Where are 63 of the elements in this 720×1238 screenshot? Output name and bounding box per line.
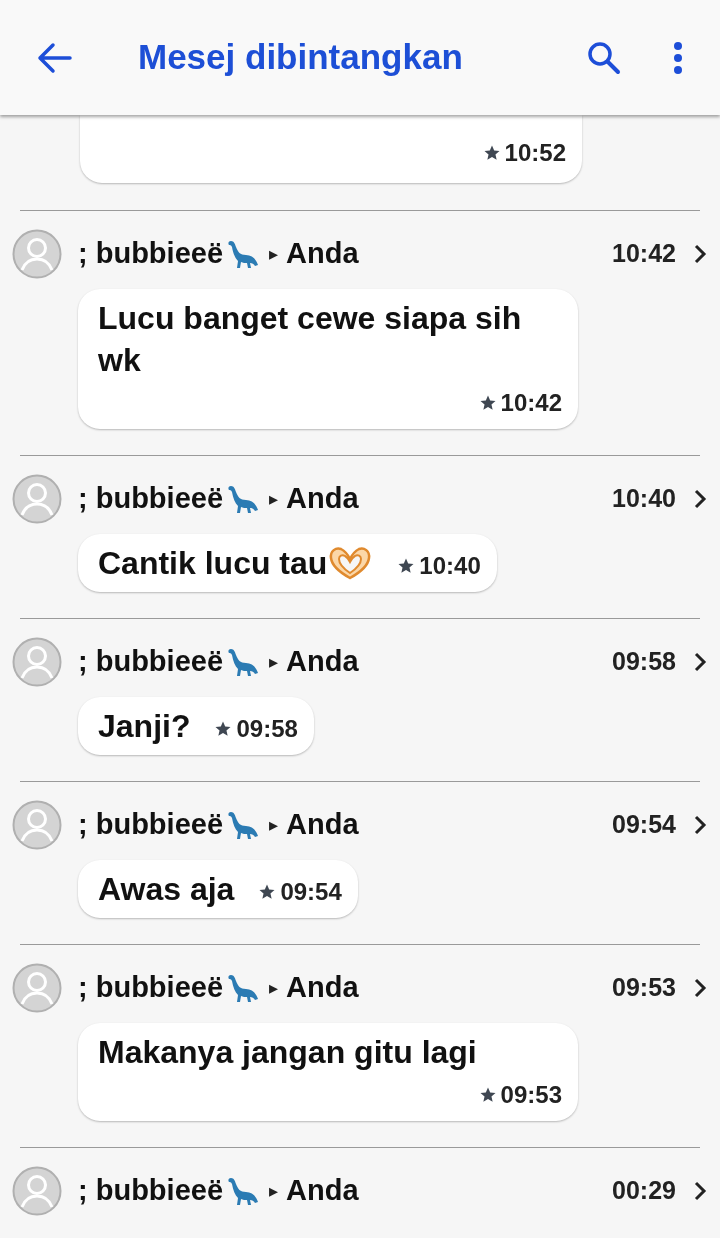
- recipient-name: Anda: [286, 970, 359, 1006]
- avatar-icon: [12, 963, 62, 1013]
- avatar-icon: [12, 800, 62, 850]
- message-bubble[interactable]: 10:52: [80, 115, 582, 183]
- sender-name: ; bubbieeë: [78, 970, 223, 1006]
- recipient-name: Anda: [286, 807, 359, 843]
- dinosaur-icon: [227, 973, 261, 1003]
- message-text: Awas aja: [98, 870, 235, 909]
- message-time: 10:52: [504, 138, 566, 168]
- back-arrow-icon: [36, 41, 72, 74]
- recipient-name: Anda: [286, 236, 359, 272]
- message-date: 00:29: [612, 1175, 676, 1207]
- arrow-glyph: ▸: [269, 242, 278, 266]
- chevron-right-icon: [692, 488, 708, 510]
- avatar-icon: [12, 637, 62, 687]
- message-text: Janji?: [98, 707, 191, 746]
- chevron-right-icon: [692, 651, 708, 673]
- arrow-glyph: ▸: [269, 1179, 278, 1203]
- message-time: 09:54: [280, 877, 342, 907]
- avatar-icon: [12, 229, 62, 279]
- arrow-glyph: ▸: [269, 487, 278, 511]
- sender-name: ; bubbieeë: [78, 236, 223, 272]
- message-text: Makanya jangan gitu lagi: [98, 1033, 477, 1072]
- sender-name: ; bubbieeë: [78, 807, 223, 843]
- message-date: 09:54: [612, 809, 676, 841]
- message-time: 09:53: [500, 1080, 562, 1110]
- message-text: Cantik lucu tau: [98, 544, 328, 583]
- message-date: 10:42: [612, 238, 676, 270]
- message-time: 10:40: [419, 551, 481, 581]
- message-bubble[interactable]: Awas aja 09:54: [78, 860, 358, 918]
- chevron-right-icon: [692, 977, 708, 999]
- recipient-name: Anda: [286, 644, 359, 680]
- chevron-right-icon: [692, 243, 708, 265]
- message-bubble[interactable]: Cantik lucu tau 10:40: [78, 534, 497, 592]
- message-date: 09:58: [612, 646, 676, 678]
- sender-name: ; bubbieeë: [78, 644, 223, 680]
- arrow-glyph: ▸: [269, 650, 278, 674]
- search-icon: [587, 40, 621, 75]
- message-bubble[interactable]: Makanya jangan gitu lagi 09:53: [78, 1023, 578, 1121]
- sender-name: ; bubbieeë: [78, 1173, 223, 1209]
- arrow-glyph: ▸: [269, 976, 278, 1000]
- sender-name: ; bubbieeë: [78, 481, 223, 517]
- avatar-icon: [12, 1166, 62, 1216]
- chevron-right-icon: [692, 1180, 708, 1202]
- recipient-name: Anda: [286, 481, 359, 517]
- message-date: 09:53: [612, 972, 676, 1004]
- message-date: 10:40: [612, 483, 676, 515]
- message-text: Lucu banget cewe siapa sih wk: [98, 299, 523, 380]
- avatar-icon: [12, 474, 62, 524]
- dinosaur-icon: [227, 239, 261, 269]
- message-time: 10:42: [500, 388, 562, 418]
- dinosaur-icon: [227, 647, 261, 677]
- screen-title: Mesej dibintangkan: [138, 36, 463, 79]
- dinosaur-icon: [227, 1176, 261, 1206]
- more-options-icon: [673, 40, 683, 75]
- arrow-glyph: ▸: [269, 813, 278, 837]
- chevron-right-icon: [692, 814, 708, 836]
- dinosaur-icon: [227, 810, 261, 840]
- dinosaur-icon: [227, 484, 261, 514]
- message-time: 09:58: [236, 714, 298, 744]
- message-bubble[interactable]: Lucu banget cewe siapa sih wk 10:42: [78, 289, 578, 429]
- recipient-name: Anda: [286, 1173, 359, 1209]
- message-bubble[interactable]: Janji? 09:58: [78, 697, 314, 755]
